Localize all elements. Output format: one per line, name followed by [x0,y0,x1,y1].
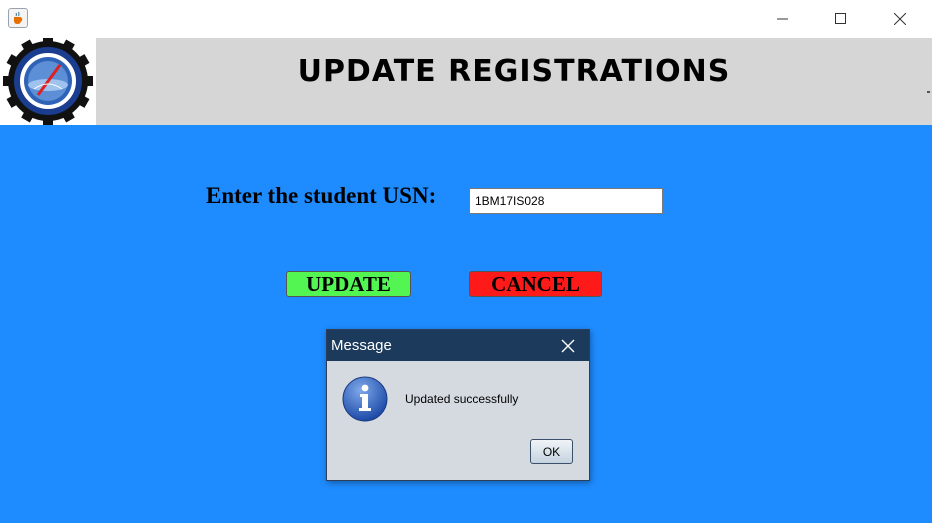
maximize-icon [835,13,846,24]
java-cup-icon[interactable] [8,8,28,28]
usn-input[interactable] [469,188,663,214]
page-title: UPDATE REGISTRATIONS [297,54,731,89]
dialog-close-button[interactable] [555,333,581,359]
dialog-title: Message [331,337,392,354]
header-banner: UPDATE REGISTRATIONS [0,36,932,126]
dialog-titlebar[interactable]: Message [327,330,589,361]
update-button[interactable]: UPDATE [286,271,411,297]
edge-marker [927,91,930,93]
window-close-button[interactable] [877,0,923,38]
ok-button[interactable]: OK [530,439,573,464]
minimize-icon [777,18,788,20]
info-icon [342,376,388,422]
close-icon [894,13,906,25]
message-dialog: Message Updated successfully OK [326,329,590,481]
college-seal-logo [0,36,96,126]
close-icon [561,339,575,353]
minimize-button[interactable] [760,0,806,38]
window-titlebar [0,0,932,38]
usn-label: Enter the student USN: [206,183,437,208]
cancel-button[interactable]: CANCEL [469,271,602,297]
maximize-button[interactable] [818,0,864,38]
dialog-message: Updated successfully [405,392,519,406]
